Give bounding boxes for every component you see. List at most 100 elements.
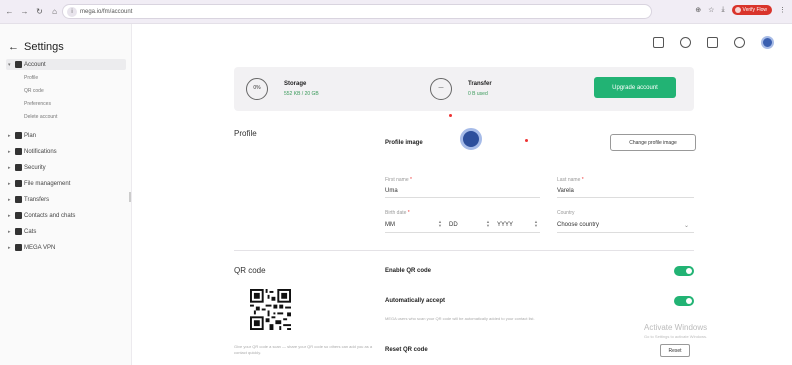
sidebar-item-security[interactable]: ▸ Security <box>8 164 46 171</box>
sidebar-item-contacts[interactable]: ▸ Contacts and chats <box>8 212 75 219</box>
chevron-down-icon[interactable]: ⌄ <box>684 222 689 229</box>
day-stepper-icon[interactable]: ▲ ▼ <box>486 220 490 228</box>
profile-image-label: Profile image <box>385 140 423 146</box>
last-name-field[interactable]: Varela <box>557 188 574 194</box>
chevron-down-icon: ▾ <box>8 61 11 68</box>
country-label: Country <box>557 210 575 216</box>
star-icon[interactable]: ☆ <box>708 6 714 14</box>
transfer-value: 0 B used <box>468 91 488 97</box>
sidebar-item-label: Plan <box>24 132 37 139</box>
menu-icon[interactable]: ⋮ <box>779 6 786 14</box>
lock-icon <box>15 164 22 171</box>
profile-button[interactable]: Verify Flow <box>731 5 772 15</box>
country-underline <box>557 232 694 233</box>
birth-date-label-text: Birth date <box>385 210 407 216</box>
settings-title-text: Settings <box>24 41 64 53</box>
notification-icon[interactable] <box>734 37 745 48</box>
sidebar-item-label: Notifications <box>24 148 57 155</box>
profile-avatar-icon <box>734 7 741 13</box>
section-divider <box>234 250 694 251</box>
contacts-icon <box>15 212 22 219</box>
back-icon[interactable]: ← <box>8 41 19 53</box>
upgrade-account-button[interactable]: Upgrade account <box>594 77 676 98</box>
profile-image[interactable] <box>460 128 482 150</box>
toggle-knob <box>686 298 692 304</box>
chevron-right-icon: ▸ <box>8 180 11 187</box>
required-mark: * <box>580 177 584 183</box>
change-profile-image-button[interactable]: Change profile image <box>610 134 696 151</box>
sidebar-item-label: Transfers <box>24 196 50 203</box>
avatar[interactable] <box>761 36 774 49</box>
sidebar-item-file-management[interactable]: ▸ File management <box>8 180 70 187</box>
address-url: mega.io/fm/account <box>80 8 133 15</box>
sidebar-item-transfers[interactable]: ▸ Transfers <box>8 196 49 203</box>
qr-section-title: QR code <box>234 266 266 275</box>
sidebar-subitem-preferences[interactable]: Preferences <box>24 101 51 107</box>
sidebar-item-label: MEGA VPN <box>24 244 56 251</box>
vpn-icon <box>15 244 22 251</box>
auto-accept-description: MEGA users who scan your QR code will be… <box>385 316 535 321</box>
enable-qr-label: Enable QR code <box>385 268 432 274</box>
storage-label: Storage <box>284 81 307 87</box>
year-stepper-icon[interactable]: ▲ ▼ <box>534 220 538 228</box>
first-name-label-text: First name <box>385 177 409 183</box>
birth-year-field[interactable]: YYYY <box>497 222 513 228</box>
home-icon[interactable]: ⌂ <box>49 6 60 17</box>
reset-qr-label: Reset QR code <box>385 347 428 353</box>
translate-icon[interactable]: ⊕ <box>695 6 701 14</box>
storage-value: 552 KB / 20 GB <box>284 91 319 97</box>
first-name-field[interactable]: Uma <box>385 188 398 194</box>
sidebar-item-plan[interactable]: ▸ Plan <box>8 132 36 139</box>
bell-icon <box>15 148 22 155</box>
sidebar-scrollbar[interactable] <box>129 192 131 202</box>
sidebar-item-cats[interactable]: ▸ Cats <box>8 228 36 235</box>
required-mark: * <box>408 177 412 183</box>
profile-section-title: Profile <box>234 129 257 138</box>
user-icon <box>15 61 22 68</box>
country-select[interactable]: Choose country <box>557 222 599 228</box>
transfer-ring: — <box>430 78 452 100</box>
download-icon[interactable]: ⤓ <box>721 6 724 14</box>
address-bar[interactable]: i mega.io/fm/account <box>62 4 652 19</box>
chevron-right-icon: ▸ <box>8 212 11 219</box>
sidebar-item-notifications[interactable]: ▸ Notifications <box>8 148 57 155</box>
birth-month-field[interactable]: MM <box>385 222 395 228</box>
transfers-icon[interactable] <box>707 37 718 48</box>
forward-arrow-icon[interactable]: → <box>19 6 30 17</box>
sidebar-item-account[interactable]: ▾ Account <box>6 59 126 70</box>
cats-icon <box>15 228 22 235</box>
folder-icon <box>15 180 22 187</box>
sidebar-item-vpn[interactable]: ▸ MEGA VPN <box>8 244 55 251</box>
transfer-icon <box>15 196 22 203</box>
chevron-right-icon: ▸ <box>8 148 11 155</box>
transfer-label: Transfer <box>468 81 492 87</box>
chevron-right-icon: ▸ <box>8 196 11 203</box>
sidebar-item-label: Contacts and chats <box>24 212 76 219</box>
first-name-underline <box>385 197 540 198</box>
grid-icon[interactable] <box>653 37 664 48</box>
reload-icon[interactable]: ↻ <box>34 6 45 17</box>
storage-ring: 0% <box>246 78 268 100</box>
back-arrow-icon[interactable]: ← <box>4 6 15 17</box>
last-name-label-text: Last name <box>557 177 581 183</box>
sidebar-item-label: Cats <box>24 228 37 235</box>
reset-qr-button[interactable]: Reset <box>660 344 690 357</box>
sidebar-subitem-qr[interactable]: QR code <box>24 88 44 94</box>
search-icon[interactable] <box>680 37 691 48</box>
settings-sidebar: ← Settings ▾ Account Profile QR code Pre… <box>0 24 132 365</box>
qr-description: Give your QR code a scan — share your QR… <box>234 344 373 355</box>
chevron-right-icon: ▸ <box>8 132 11 139</box>
auto-accept-toggle[interactable] <box>674 296 694 306</box>
browser-toolbar: ← → ↻ ⌂ i mega.io/fm/account ⊕ ☆ ⤓ Verif… <box>0 0 792 24</box>
sidebar-subitem-delete[interactable]: Delete account <box>24 114 57 120</box>
site-info-icon[interactable]: i <box>67 6 77 17</box>
sidebar-subitem-profile[interactable]: Profile <box>24 75 38 81</box>
indicator-dot <box>525 139 528 142</box>
enable-qr-toggle[interactable] <box>674 266 694 276</box>
month-stepper-icon[interactable]: ▲ ▼ <box>438 220 442 228</box>
birth-date-label: Birth date * <box>385 210 410 216</box>
activate-windows-subtext: Go to Settings to activate Windows. <box>644 334 708 339</box>
storage-card: 0% Storage 552 KB / 20 GB — Transfer 0 B… <box>234 67 694 111</box>
last-name-underline <box>557 197 694 198</box>
birth-day-field[interactable]: DD <box>449 222 458 228</box>
